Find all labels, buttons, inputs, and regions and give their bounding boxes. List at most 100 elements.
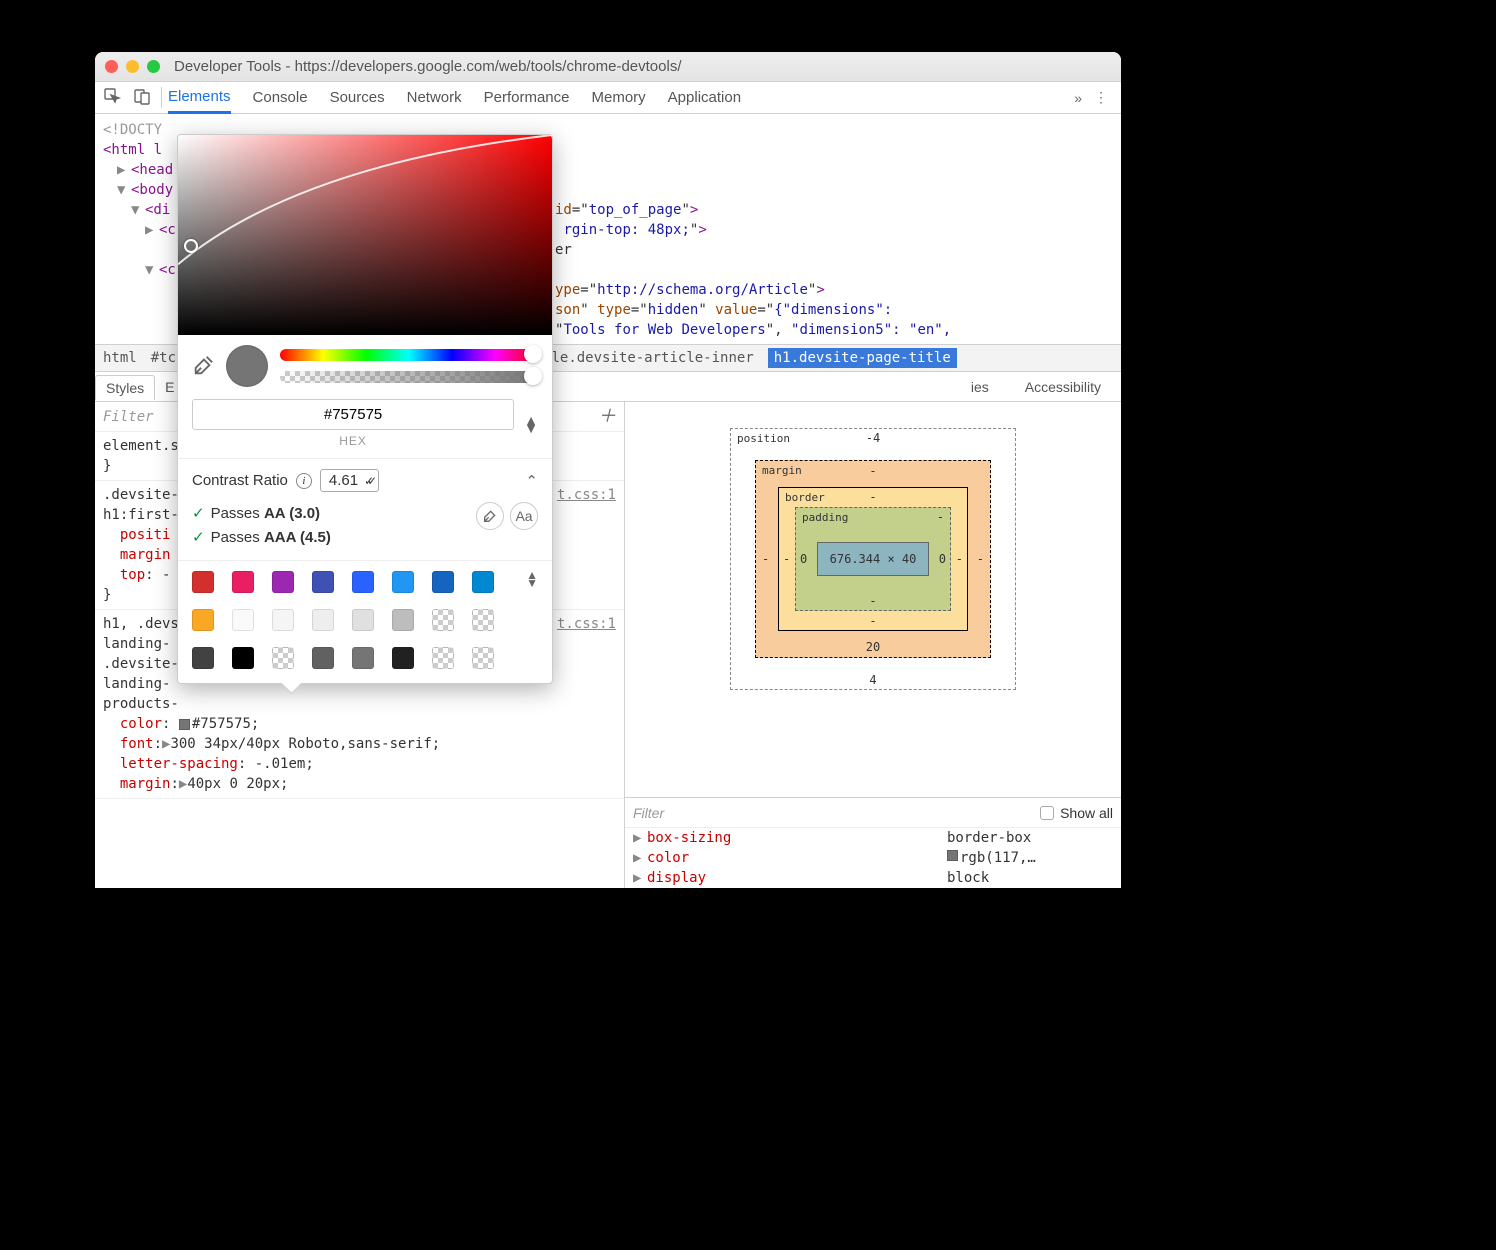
aa-sample-icon[interactable]: Aa (510, 502, 538, 530)
disclosure-triangle-icon[interactable]: ▼ (117, 180, 131, 200)
palette-swatch[interactable] (312, 571, 334, 593)
zoom-icon[interactable] (147, 60, 160, 73)
color-picker: HEX ▲▼ Contrast Ratio i 4.61✓✓ ⌃ ✓Passes… (177, 134, 553, 684)
box-model-content: 676.344 × 40 (817, 542, 929, 576)
devtools-window: Developer Tools - https://developers.goo… (95, 52, 1121, 888)
element-tag[interactable]: <c (159, 220, 176, 240)
tab-application[interactable]: Application (668, 82, 741, 113)
computed-row[interactable]: ▶colorrgb(117,… (625, 848, 1121, 868)
palette-swatch[interactable] (472, 571, 494, 593)
traffic-lights (105, 60, 160, 73)
color-swatch-icon (947, 850, 958, 861)
alpha-slider[interactable] (280, 371, 538, 383)
palette-swatch[interactable] (472, 647, 494, 669)
hex-label: HEX (192, 434, 514, 448)
element-tag[interactable]: <c (159, 260, 176, 280)
tab-sources[interactable]: Sources (330, 82, 385, 113)
box-model[interactable]: position -4 4 margin - 20 - - border - - (625, 402, 1121, 797)
palette-stepper[interactable]: ▲▼ (526, 571, 538, 587)
close-icon[interactable] (105, 60, 118, 73)
panel-tabs: Elements Console Sources Network Perform… (168, 82, 1066, 113)
computed-pane: position -4 4 margin - 20 - - border - - (625, 402, 1121, 888)
tab-console[interactable]: Console (253, 82, 308, 113)
palette-swatch[interactable] (352, 571, 374, 593)
bg-eyedropper-icon[interactable] (476, 502, 504, 530)
contrast-label: Contrast Ratio (192, 472, 288, 489)
palette-swatch[interactable] (352, 609, 374, 631)
more-tabs-icon[interactable]: » (1074, 90, 1082, 106)
source-link[interactable]: t.css:1 (557, 614, 616, 634)
contrast-section: Contrast Ratio i 4.61✓✓ ⌃ ✓Passes AA (3.… (178, 458, 552, 560)
passes-aaa: ✓Passes AAA (4.5) (192, 526, 470, 550)
color-cursor-icon[interactable] (184, 239, 198, 253)
palette-swatch[interactable] (352, 647, 374, 669)
new-rule-icon[interactable]: ＋ (598, 407, 616, 427)
chevron-up-icon[interactable]: ⌃ (525, 472, 538, 490)
eyedropper-icon[interactable] (192, 355, 214, 377)
tab-network[interactable]: Network (407, 82, 462, 113)
passes-aa: ✓Passes AA (3.0) (192, 502, 470, 526)
disclosure-triangle-icon[interactable]: ▼ (145, 260, 159, 280)
disclosure-triangle-icon[interactable]: ▶ (117, 160, 131, 180)
crumb-h1[interactable]: h1.devsite-page-title (768, 348, 957, 368)
palette: ▲▼ (178, 560, 552, 683)
palette-swatch[interactable] (232, 571, 254, 593)
computed-row[interactable]: ▶displayblock (625, 868, 1121, 888)
disclosure-triangle-icon[interactable]: ▶ (145, 220, 159, 240)
inspect-icon[interactable] (103, 87, 121, 108)
computed-filter[interactable]: Filter (633, 805, 664, 821)
body-tag[interactable]: <body (131, 180, 173, 200)
palette-swatch[interactable] (272, 609, 294, 631)
window-title: Developer Tools - https://developers.goo… (174, 58, 682, 75)
palette-swatch[interactable] (392, 571, 414, 593)
computed-list: Filter Show all ▶box-sizingborder-box ▶c… (625, 797, 1121, 888)
crumb-id[interactable]: #tc (151, 350, 176, 366)
palette-swatch[interactable] (192, 647, 214, 669)
hue-thumb-icon[interactable] (524, 345, 542, 363)
main-toolbar: Elements Console Sources Network Perform… (95, 82, 1121, 114)
color-swatch-icon[interactable] (179, 719, 190, 730)
palette-swatch[interactable] (232, 647, 254, 669)
palette-swatch[interactable] (192, 571, 214, 593)
device-toggle-icon[interactable] (133, 87, 151, 108)
subtab-styles[interactable]: Styles (95, 375, 155, 400)
settings-kebab-icon[interactable]: ⋮ (1090, 89, 1113, 106)
palette-swatch[interactable] (392, 647, 414, 669)
hue-slider[interactable] (280, 349, 538, 361)
palette-swatch[interactable] (272, 647, 294, 669)
subtab-ies[interactable]: ies (961, 375, 999, 399)
saturation-value-field[interactable] (178, 135, 552, 335)
contrast-ratio-value: 4.61✓✓ (320, 469, 379, 492)
palette-swatch[interactable] (392, 609, 414, 631)
disclosure-triangle-icon[interactable]: ▼ (131, 200, 145, 220)
current-color-swatch (226, 345, 268, 387)
palette-swatch[interactable] (192, 609, 214, 631)
html-tag[interactable]: <html l (103, 140, 162, 160)
titlebar: Developer Tools - https://developers.goo… (95, 52, 1121, 82)
palette-swatch[interactable] (432, 647, 454, 669)
palette-swatch[interactable] (472, 609, 494, 631)
tab-memory[interactable]: Memory (592, 82, 646, 113)
subtab-accessibility[interactable]: Accessibility (1015, 375, 1111, 399)
div-tag[interactable]: <di (145, 200, 170, 220)
crumb-html[interactable]: html (103, 350, 137, 366)
tab-performance[interactable]: Performance (484, 82, 570, 113)
palette-swatch[interactable] (312, 609, 334, 631)
palette-swatch[interactable] (272, 571, 294, 593)
source-link[interactable]: t.css:1 (557, 485, 616, 505)
computed-row[interactable]: ▶box-sizingborder-box (625, 828, 1121, 848)
minimize-icon[interactable] (126, 60, 139, 73)
palette-swatch[interactable] (232, 609, 254, 631)
tab-elements[interactable]: Elements (168, 83, 231, 114)
palette-swatch[interactable] (312, 647, 334, 669)
alpha-thumb-icon[interactable] (524, 367, 542, 385)
head-tag[interactable]: <head (131, 160, 173, 180)
dom-fragment: id="top_of_page"> rgin-top: 48px;"> er y… (555, 200, 951, 340)
palette-swatch[interactable] (432, 571, 454, 593)
format-stepper[interactable]: ▲▼ (524, 416, 538, 432)
show-all-checkbox[interactable] (1040, 806, 1054, 820)
palette-swatch[interactable] (432, 609, 454, 631)
info-icon[interactable]: i (296, 473, 312, 489)
styles-filter[interactable]: Filter (103, 407, 154, 427)
hex-input[interactable] (192, 399, 514, 430)
